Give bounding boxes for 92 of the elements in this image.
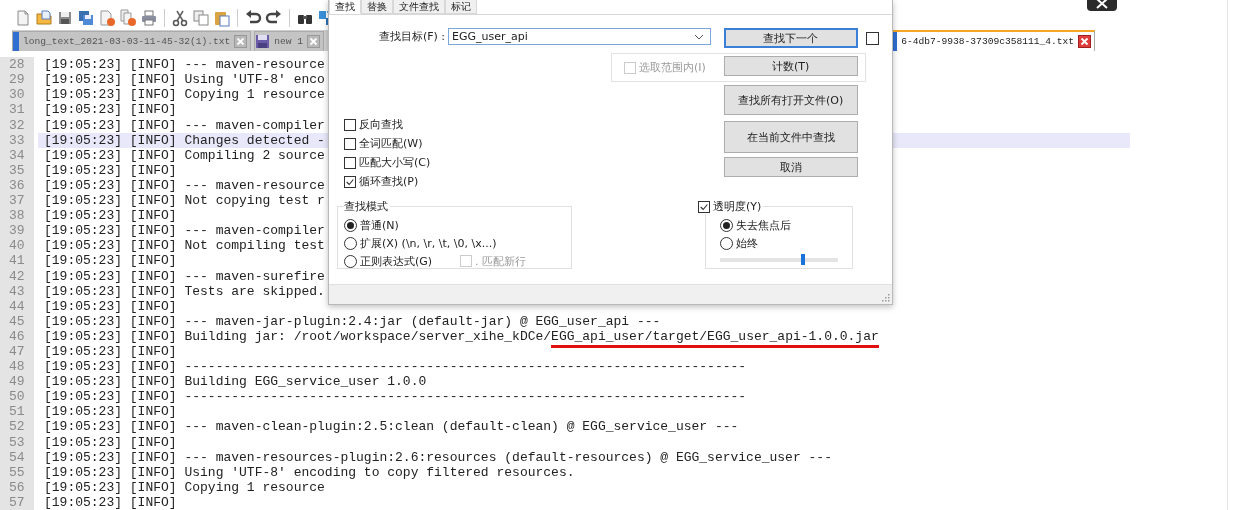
code-line: [19:05:23] [INFO] Not copying test r [44, 193, 325, 209]
file-tab[interactable]: new 1 [254, 31, 325, 52]
line-number: 37 [0, 193, 34, 209]
checkbox-label: 循环查找(P) [359, 174, 419, 189]
line-number: 28 [0, 57, 34, 73]
checkbox[interactable] [344, 118, 356, 131]
checkbox[interactable] [698, 200, 710, 213]
dialog-button[interactable]: 查找所有打开文件(O) [723, 85, 858, 115]
line-number: 48 [0, 359, 34, 375]
line-number: 29 [0, 72, 34, 88]
dialog-button[interactable]: 在当前文件中查找 [723, 121, 858, 153]
code-line: [19:05:23] [INFO] [44, 298, 177, 314]
checkbox-label: 匹配大小写(C) [359, 155, 431, 170]
code-line: [19:05:23] [INFO] [44, 343, 177, 359]
close-icon[interactable] [1078, 35, 1091, 49]
close-icon[interactable] [1087, 0, 1117, 11]
code-line: [19:05:23] [INFO] [44, 208, 177, 224]
code-line: [19:05:23] [INFO] --- maven-resources-plugin:2.6:resources (default-resources) @ EGG_service_user --- [44, 449, 832, 465]
line-number: 51 [0, 404, 34, 420]
checkbox[interactable] [344, 175, 356, 188]
find-combobox[interactable]: EGG_user_api [448, 28, 711, 45]
floppies-icon[interactable] [77, 8, 95, 27]
code-line: [19:05:23] [INFO] --- maven-clean-plugin:2.5:clean (default-clean) @ EGG_service_user --- [44, 419, 739, 435]
dialog-tab[interactable]: 标记 [445, 0, 477, 14]
code-line: [19:05:23] [INFO] Not compiling test [44, 238, 325, 254]
radio-button[interactable] [344, 218, 357, 232]
code-line: [19:05:23] [INFO] [44, 102, 177, 118]
code-line: [19:05:23] [INFO] [44, 434, 177, 450]
line-number: 52 [0, 419, 34, 435]
code-line: [19:05:23] [INFO] Using 'UTF-8' enco [44, 72, 325, 88]
code-line: [19:05:23] [INFO] --- maven-resource [44, 177, 325, 193]
code-line: [19:05:23] [INFO] [44, 404, 177, 420]
radio-label: 普通(N) [360, 217, 399, 233]
code-line: [19:05:23] [INFO] --- maven-surefire [44, 268, 325, 284]
docs-close-icon[interactable] [119, 8, 137, 27]
code-line: [19:05:23] [INFO] [44, 494, 177, 510]
checkbox-label: 透明度(Y) [713, 199, 762, 214]
line-number: 38 [0, 208, 34, 224]
dropdown-caret-icon[interactable] [694, 33, 704, 40]
code-line: [19:05:23] [INFO] Tests are skipped. [44, 283, 325, 299]
code-line: [19:05:23] [INFO] Copying 1 resource [44, 87, 325, 103]
line-number: 31 [0, 102, 34, 118]
code-line: [19:05:23] [INFO] Copying 1 resource [44, 479, 325, 495]
dialog-tab[interactable]: 替换 [361, 0, 393, 14]
code-line: [19:05:23] [INFO] ------------------------------------------------------------------------ [44, 389, 747, 405]
checkbox[interactable] [865, 31, 879, 45]
code-line: [19:05:23] [INFO] Changes detected - [44, 132, 325, 148]
code-line: [19:05:23] [INFO] --- maven-compiler [44, 117, 325, 133]
line-number: 49 [0, 374, 34, 390]
dialog-button[interactable]: 取消 [723, 157, 858, 177]
floppy-icon [255, 34, 271, 50]
radio-button[interactable] [720, 218, 733, 232]
group-title: 查找模式 [344, 199, 389, 214]
code-line: [19:05:23] [INFO] [44, 162, 177, 178]
dialog-button[interactable]: 计数(T) [723, 56, 858, 76]
code-line: [19:05:23] [INFO] Using 'UTF-8' encoding to copy filtered resources. [44, 464, 575, 480]
doc-close-icon[interactable] [98, 8, 116, 27]
checkbox[interactable] [344, 156, 356, 169]
line-number: 50 [0, 389, 34, 405]
code-line: [19:05:23] [INFO] --- maven-resource [44, 57, 325, 73]
code-line: [19:05:23] [INFO] [44, 253, 177, 269]
radio-label: 扩展(X) (\n, \r, \t, \0, \x...) [360, 235, 497, 251]
code-line: [19:05:23] [INFO] --- maven-jar-plugin:2.4:jar (default-jar) @ EGG_user_api --- [44, 313, 661, 329]
radio-button[interactable] [344, 236, 357, 250]
code-line: [19:05:23] [INFO] --- maven-compiler [44, 223, 325, 239]
transparency-slider[interactable] [720, 254, 838, 266]
radio-label: 失去焦点后 [736, 217, 791, 233]
dialog-tab[interactable]: 查找 [329, 0, 361, 14]
radio-button[interactable] [720, 236, 733, 250]
slider-thumb[interactable] [800, 254, 805, 265]
checkbox-label: 反向查找 [359, 117, 403, 132]
line-number: 41 [0, 253, 34, 269]
checkbox-label: . 匹配新行 [475, 253, 527, 269]
radio-label: 始终 [736, 235, 758, 251]
find-next-button[interactable]: 查找下一个 [723, 28, 858, 48]
line-number: 39 [0, 223, 34, 239]
find-label: 查找目标(F) : [377, 29, 446, 44]
scissors-icon[interactable] [171, 8, 189, 27]
radio-button[interactable] [344, 254, 357, 268]
checkbox-label: 全词匹配(W) [359, 136, 423, 151]
code-line: [19:05:23] [INFO] ------------------------------------------------------------------------ [44, 359, 747, 375]
checkbox[interactable] [344, 137, 356, 150]
line-number: 40 [0, 238, 34, 254]
dialog-tab[interactable]: 文件查找 [393, 0, 445, 14]
checkbox-label: 选取范围内(I) [639, 60, 706, 75]
line-number: 30 [0, 87, 34, 103]
code-line: [19:05:23] [INFO] Compiling 2 source [44, 147, 325, 163]
printer-icon[interactable] [140, 8, 158, 27]
radio-label: 正则表达式(G) [360, 253, 433, 269]
code-line: [19:05:23] [INFO] Building EGG_service_user 1.0.0 [44, 374, 427, 390]
file-tab[interactable]: long_text_2021-03-03-11-45-32(1).txt [12, 31, 252, 52]
resize-grip-icon[interactable] [880, 292, 890, 302]
